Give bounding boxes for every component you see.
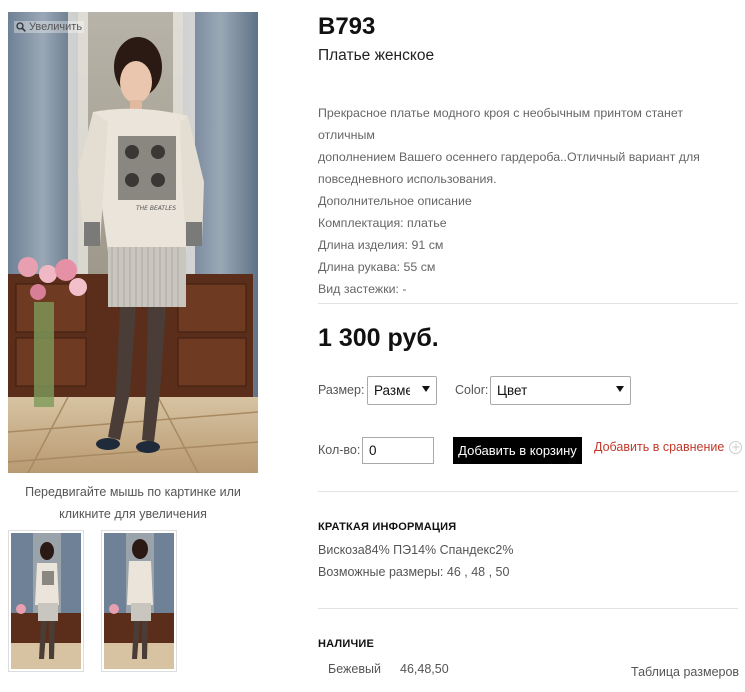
thumbnail-front-image xyxy=(11,533,81,669)
zoom-badge[interactable]: Увеличить xyxy=(14,21,85,33)
chevron-down-icon xyxy=(616,386,624,392)
zoom-hint-line1: Передвигайте мышь по картинке или xyxy=(25,485,241,499)
zoom-hint-line2: кликните для увеличения xyxy=(59,507,207,521)
quantity-input[interactable]: 0 xyxy=(362,437,434,464)
thumbnail-back-image xyxy=(104,533,174,669)
size-table-link[interactable]: Таблица размеров xyxy=(631,665,739,679)
magnifier-icon xyxy=(16,22,26,32)
description-line: дополнением Вашего осеннего гардероба..О… xyxy=(318,150,700,164)
size-select[interactable]: Размер xyxy=(367,376,437,405)
description-line: Прекрасное платье модного кроя с необычн… xyxy=(318,106,684,142)
product-sku: B793 xyxy=(318,13,376,40)
add-to-compare-link[interactable]: Добавить в сравнение xyxy=(594,440,743,454)
color-select-value: Цвет xyxy=(497,383,528,398)
product-subtitle: Платье женское xyxy=(318,47,435,64)
availability-color: Бежевый xyxy=(328,662,381,676)
description-line: Длина изделия: 91 см xyxy=(318,238,444,252)
availability-sizes: 46,48,50 xyxy=(400,662,449,676)
divider xyxy=(318,303,738,304)
thumbnail-back[interactable] xyxy=(101,530,177,672)
thumbnail-front[interactable] xyxy=(8,530,84,672)
color-select[interactable]: Цвет xyxy=(490,376,631,405)
color-label: Color: xyxy=(455,383,489,397)
divider xyxy=(318,608,738,609)
description-line: Дополнительное описание xyxy=(318,194,472,208)
plus-circle-icon xyxy=(729,440,743,454)
description-line: Комплектация: платье xyxy=(318,216,447,230)
size-label: Размер: xyxy=(318,383,365,397)
main-product-image[interactable]: THE BEATLES Увеличить xyxy=(8,12,258,473)
zoom-hint: Передвигайте мышь по картинке или кликни… xyxy=(8,481,258,525)
dress-photo-illustration: THE BEATLES xyxy=(8,12,258,473)
add-to-compare-label: Добавить в сравнение xyxy=(594,440,725,454)
divider xyxy=(318,491,738,492)
short-info-line: Вискоза84% ПЭ14% Спандекс2% xyxy=(318,543,514,557)
product-description: Прекрасное платье модного кроя с необычн… xyxy=(318,102,738,300)
size-select-value: Размер xyxy=(374,383,410,398)
zoom-label: Увеличить xyxy=(29,21,83,33)
availability-title: НАЛИЧИЕ xyxy=(318,638,375,650)
description-line: Вид застежки: - xyxy=(318,282,407,296)
chevron-down-icon xyxy=(422,386,430,392)
short-info-line: Возможные размеры: 46 , 48 , 50 xyxy=(318,565,510,579)
add-to-cart-button[interactable]: Добавить в корзину xyxy=(453,437,582,464)
description-line: Длина рукава: 55 см xyxy=(318,260,436,274)
description-line: повседневного использования. xyxy=(318,172,497,186)
print-text: THE BEATLES xyxy=(136,205,176,212)
product-price: 1 300 руб. xyxy=(318,324,439,352)
short-info-title: КРАТКАЯ ИНФОРМАЦИЯ xyxy=(318,521,457,533)
quantity-label: Кол-во: xyxy=(318,443,361,457)
